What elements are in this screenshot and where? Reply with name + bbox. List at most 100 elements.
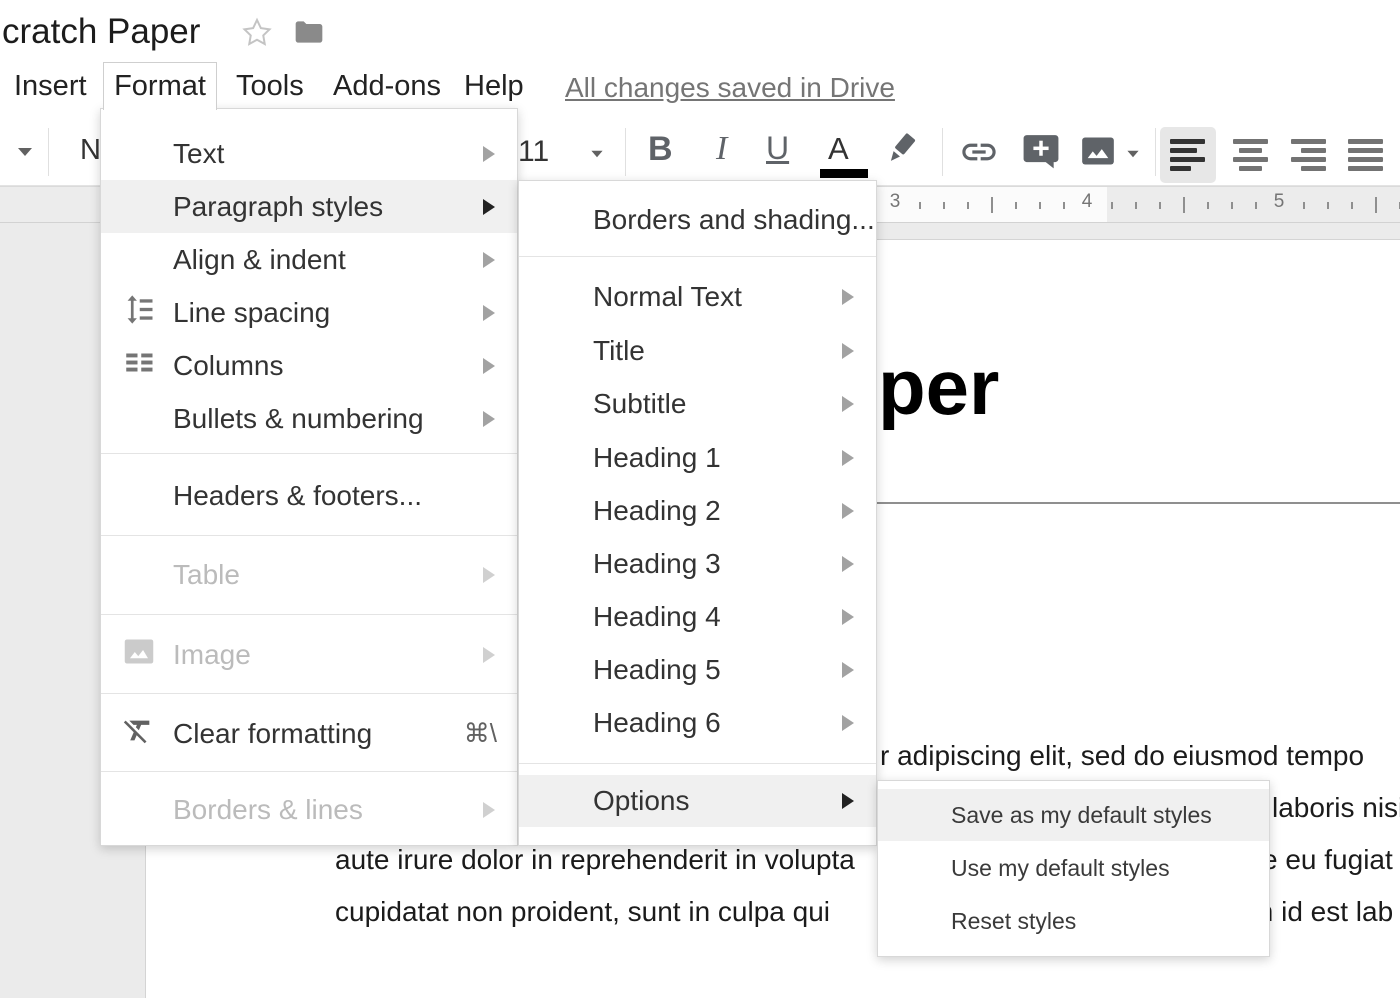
ruler-tick	[1207, 202, 1209, 209]
paragraph-style-selector[interactable]: N	[80, 134, 101, 167]
menu-item-borders-shading[interactable]: Borders and shading...	[519, 193, 876, 246]
submenu-arrow-icon	[483, 146, 495, 162]
font-size-input[interactable]: 11	[518, 135, 549, 169]
ruler-tick	[1063, 202, 1065, 209]
menu-item-heading-1[interactable]: Heading 1	[519, 431, 876, 484]
ruler-number: 5	[1267, 191, 1291, 213]
menu-item-bullets-numbering[interactable]: Bullets & numbering	[101, 392, 517, 445]
submenu-arrow-icon	[842, 609, 854, 625]
menu-item-align-indent[interactable]: Align & indent	[101, 233, 517, 286]
paint-format-icon[interactable]	[880, 130, 920, 175]
menu-separator	[519, 763, 876, 764]
menu-item-borders-lines: Borders & lines	[101, 783, 517, 836]
ruler-tick	[991, 197, 993, 213]
ruler-tick	[1255, 202, 1257, 209]
submenu-arrow-icon	[483, 567, 495, 583]
submenu-arrow-icon	[842, 662, 854, 678]
menu-item-clear-formatting[interactable]: Clear formatting ⌘\	[101, 707, 517, 760]
submenu-arrow-icon	[842, 556, 854, 572]
menu-separator	[519, 256, 876, 257]
ruler-tick	[1135, 202, 1137, 209]
bold-button[interactable]: B	[648, 130, 673, 169]
underline-button[interactable]: U	[766, 130, 789, 167]
ruler-tick	[1183, 197, 1185, 213]
add-comment-icon[interactable]	[1022, 132, 1060, 175]
menu-item-save-default-styles[interactable]: Save as my default styles	[878, 789, 1269, 841]
menu-addons[interactable]: Add-ons	[333, 70, 441, 103]
menu-separator	[101, 535, 517, 536]
align-center-button[interactable]	[1222, 127, 1278, 183]
text-color-button[interactable]: A	[828, 131, 849, 167]
menu-item-heading-6[interactable]: Heading 6	[519, 696, 876, 749]
menu-item-line-spacing[interactable]: Line spacing	[101, 286, 517, 339]
menu-tools[interactable]: Tools	[236, 70, 304, 103]
ruler-tick	[943, 202, 945, 209]
columns-icon	[121, 344, 157, 387]
menu-item-subtitle[interactable]: Subtitle	[519, 377, 876, 430]
clear-formatting-icon	[121, 713, 155, 754]
ruler-number: 3	[883, 191, 907, 213]
menu-separator	[101, 693, 517, 694]
keyboard-shortcut: ⌘\	[464, 718, 497, 749]
menu-item-text[interactable]: Text	[101, 127, 517, 180]
insert-link-icon[interactable]	[958, 132, 1000, 177]
star-icon[interactable]	[241, 16, 273, 53]
body-text-line: laboris nisi	[1272, 792, 1400, 824]
ruler-tick	[1039, 202, 1041, 209]
submenu-arrow-icon	[483, 411, 495, 427]
menu-item-reset-styles[interactable]: Reset styles	[878, 895, 1269, 947]
menu-item-paragraph-styles[interactable]: Paragraph styles	[101, 180, 517, 233]
align-right-button[interactable]	[1280, 127, 1336, 183]
menu-item-image: Image	[101, 628, 517, 681]
save-status-link[interactable]: All changes saved in Drive	[565, 72, 895, 104]
submenu-arrow-icon	[842, 715, 854, 731]
menu-item-heading-2[interactable]: Heading 2	[519, 484, 876, 537]
menu-item-headers-footers[interactable]: Headers & footers...	[101, 469, 517, 522]
menu-item-options[interactable]: Options	[519, 775, 876, 827]
align-left-button[interactable]	[1160, 127, 1216, 183]
ruler-tick	[1159, 202, 1161, 209]
align-justify-button[interactable]	[1338, 127, 1394, 183]
submenu-arrow-icon	[842, 343, 854, 359]
menu-item-heading-3[interactable]: Heading 3	[519, 537, 876, 590]
document-title-input[interactable]: cratch Paper	[2, 12, 200, 52]
body-text-line: r adipiscing elit, sed do eiusmod tempo	[880, 740, 1364, 772]
menu-help[interactable]: Help	[464, 70, 524, 103]
menu-item-use-default-styles[interactable]: Use my default styles	[878, 842, 1269, 894]
menu-item-title[interactable]: Title	[519, 324, 876, 377]
menu-item-columns[interactable]: Columns	[101, 339, 517, 392]
options-submenu-panel: Save as my default styles Use my default…	[877, 780, 1270, 957]
submenu-arrow-icon	[483, 305, 495, 321]
submenu-arrow-icon	[842, 289, 854, 305]
toolbar-separator	[625, 128, 626, 176]
folder-icon[interactable]	[292, 16, 326, 53]
toolbar-dropdown-caret[interactable]	[18, 148, 32, 156]
font-size-caret[interactable]	[591, 151, 602, 157]
paragraph-styles-submenu-panel: Borders and shading... Normal Text Title…	[518, 180, 877, 846]
menu-item-heading-5[interactable]: Heading 5	[519, 643, 876, 696]
insert-image-caret[interactable]	[1127, 151, 1138, 157]
italic-button[interactable]: I	[716, 130, 727, 168]
menu-separator	[101, 453, 517, 454]
submenu-arrow-icon	[842, 793, 854, 809]
menu-item-table: Table	[101, 548, 517, 601]
ruler-tick	[1351, 202, 1353, 209]
menu-item-heading-4[interactable]: Heading 4	[519, 590, 876, 643]
insert-image-icon[interactable]	[1078, 132, 1118, 175]
menu-format[interactable]: Format	[103, 62, 217, 110]
ruler-tick	[1303, 202, 1305, 209]
image-icon	[121, 633, 157, 676]
ruler-tick	[1231, 202, 1233, 209]
ruler-number: 4	[1075, 191, 1099, 213]
submenu-arrow-icon	[483, 199, 495, 215]
align-justify-icon	[1348, 139, 1384, 171]
ruler-tick	[967, 202, 969, 209]
submenu-arrow-icon	[842, 503, 854, 519]
menu-insert[interactable]: Insert	[14, 70, 87, 103]
menu-item-normal-text[interactable]: Normal Text	[519, 270, 876, 323]
ruler-tick	[1111, 202, 1113, 209]
menu-separator	[101, 614, 517, 615]
text-color-swatch	[820, 169, 868, 178]
ruler-tick	[1375, 197, 1377, 213]
document-title-text: per	[878, 342, 999, 433]
